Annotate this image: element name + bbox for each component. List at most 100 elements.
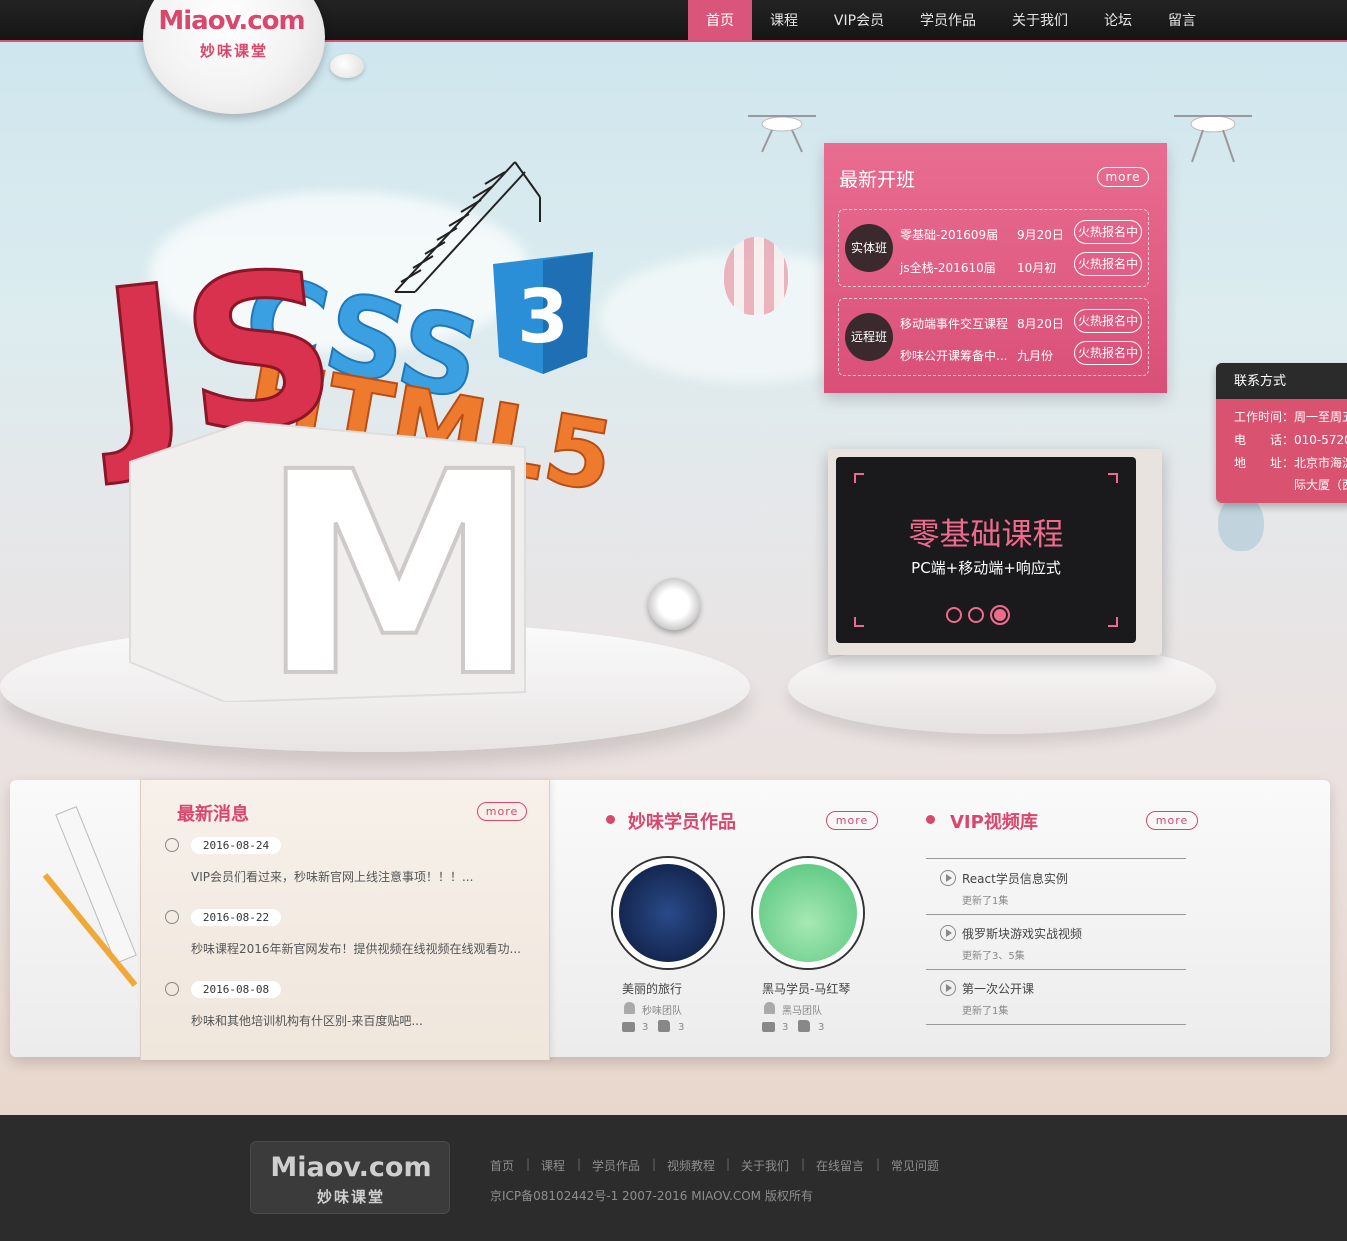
nav-about[interactable]: 关于我们 <box>1000 0 1080 40</box>
signup-button[interactable]: 火热报名中 <box>1074 252 1142 276</box>
work-team: 黑马团队 <box>782 1006 822 1017</box>
class-group-offline: 实体班 零基础-201609届 9月20日 火热报名中 js全栈-201610届… <box>838 209 1149 287</box>
slider-dot-3[interactable] <box>990 605 1010 625</box>
signup-button[interactable]: 火热报名中 <box>1074 309 1142 333</box>
balloon-icon <box>724 237 788 315</box>
work-thumbnail[interactable] <box>613 858 723 968</box>
play-icon[interactable] <box>940 870 956 886</box>
nav-forum[interactable]: 论坛 <box>1092 0 1144 40</box>
latest-class-title: 最新开班 <box>839 169 916 191</box>
course-billboard: 零基础课程 PC端+移动端+响应式 <box>828 449 1162 655</box>
footer-link-message[interactable]: 在线留言 <box>816 1157 864 1174</box>
signup-button[interactable]: 火热报名中 <box>1074 341 1142 365</box>
footer-link-works[interactable]: 学员作品 <box>592 1157 640 1174</box>
pin-icon <box>926 815 935 824</box>
news-title: 最新消息 <box>177 804 249 825</box>
contact-address: 地 址：北京市海淀 <box>1234 456 1347 470</box>
css3-shield-icon: 3 <box>493 252 593 374</box>
video-update: 更新了1集 <box>962 896 1009 907</box>
clock-icon <box>165 838 179 852</box>
svg-text:3: 3 <box>517 274 569 360</box>
clock-icon <box>165 910 179 924</box>
work-card[interactable] <box>746 850 876 975</box>
video-title[interactable]: 俄罗斯块游戏实战视频 <box>962 925 1082 942</box>
thumbs-up-icon[interactable] <box>798 1020 810 1032</box>
spotlight-icon <box>648 578 700 630</box>
class-badge: 实体班 <box>845 224 893 272</box>
video-title[interactable]: React学员信息实例 <box>962 870 1068 887</box>
class-name[interactable]: 零基础-201609届 <box>900 226 998 243</box>
class-date: 九月份 <box>1017 349 1054 363</box>
nav-home[interactable]: 首页 <box>688 0 752 40</box>
class-name[interactable]: 移动端事件交互课程 <box>900 315 1008 332</box>
billboard-subtitle: PC端+移动端+响应式 <box>911 559 1061 577</box>
latest-class-more-button[interactable]: more <box>1097 167 1149 187</box>
footer-link-about[interactable]: 关于我们 <box>741 1157 789 1174</box>
nav-vip[interactable]: VIP会员 <box>822 0 896 40</box>
news-date: 2016-08-22 <box>191 909 281 926</box>
page: 3 CSS HTML5 JS M 首页 课程 VIP会员 学员作品 关于我们 论… <box>0 0 1347 1241</box>
latest-class-panel: 最新开班 more 实体班 零基础-201609届 9月20日 火热报名中 js… <box>824 143 1167 393</box>
footer-logo-text: Miaov.com <box>270 1152 432 1183</box>
contact-hours: 工作时间：周一至周五 <box>1234 410 1347 424</box>
play-icon[interactable] <box>940 925 956 941</box>
logo[interactable]: Miaov.com <box>154 6 309 36</box>
news-date: 2016-08-08 <box>191 981 281 998</box>
nav-student-works[interactable]: 学员作品 <box>908 0 988 40</box>
video-update: 更新了3、5集 <box>962 951 1025 962</box>
nav-message[interactable]: 留言 <box>1156 0 1208 40</box>
nav-courses[interactable]: 课程 <box>756 0 812 40</box>
footer-link-videos[interactable]: 视频教程 <box>667 1157 715 1174</box>
class-date: 9月20日 <box>1017 228 1064 242</box>
class-name[interactable]: js全栈-201610届 <box>900 259 996 276</box>
like-count: 3 <box>818 1022 825 1033</box>
drone-icon <box>1174 115 1252 163</box>
footer-link-home[interactable]: 首页 <box>490 1157 514 1174</box>
video-title[interactable]: 第一次公开课 <box>962 980 1034 997</box>
pin-icon <box>606 815 615 824</box>
logo-small-bubble <box>330 54 364 78</box>
thumbs-up-icon[interactable] <box>658 1020 670 1032</box>
footer-logo[interactable]: Miaov.com 妙味课堂 <box>250 1141 450 1214</box>
contact-panel[interactable]: 联系方式 工作时间：周一至周五 电 话：010-5720 地 址：北京市海淀 际… <box>1216 363 1347 503</box>
news-item[interactable]: 秒味课程2016年新官网发布！提供视频在线视频在线观看功... <box>191 940 547 957</box>
slider-dot-1[interactable] <box>946 607 962 623</box>
billboard-screen[interactable]: 零基础课程 PC端+移动端+响应式 <box>836 457 1136 643</box>
like-count: 3 <box>678 1022 685 1033</box>
class-date: 10月初 <box>1017 261 1057 275</box>
work-card[interactable] <box>606 850 736 975</box>
news-more-button[interactable]: more <box>477 802 527 821</box>
footer-link-faq[interactable]: 常见问题 <box>891 1157 939 1174</box>
news-item[interactable]: 秒味和其他培训机构有什区别-来百度贴吧... <box>191 1012 547 1029</box>
comment-count: 3 <box>642 1022 649 1033</box>
news-item[interactable]: VIP会员们看过来，秒味新官网上线注意事项！！！... <box>191 868 547 885</box>
slider-dot-2[interactable] <box>968 607 984 623</box>
work-title[interactable]: 黑马学员-马红琴 <box>762 980 850 997</box>
class-group-remote: 远程班 移动端事件交互课程 8月20日 火热报名中 秒味公开课筹备中... 九月… <box>838 298 1149 376</box>
web-tech-illustration: 3 CSS HTML5 JS M <box>95 161 615 702</box>
comment-count: 3 <box>782 1022 789 1033</box>
work-team: 秒味团队 <box>642 1006 682 1017</box>
comment-icon <box>762 1022 775 1032</box>
class-name[interactable]: 秒味公开课筹备中... <box>900 347 1007 364</box>
footer-logo-subtitle: 妙味课堂 <box>316 1188 385 1206</box>
videos-more-button[interactable]: more <box>1146 811 1198 830</box>
logo-subtitle: 妙味课堂 <box>199 42 268 60</box>
work-thumbnail[interactable] <box>753 858 863 968</box>
comment-icon <box>622 1022 635 1032</box>
video-update: 更新了1集 <box>962 1006 1009 1017</box>
user-icon <box>764 1002 775 1014</box>
class-badge: 远程班 <box>845 313 893 361</box>
works-more-button[interactable]: more <box>826 811 878 830</box>
clock-icon <box>165 982 179 996</box>
videos-title: VIP视频库 <box>950 812 1038 833</box>
signup-button[interactable]: 火热报名中 <box>1074 220 1142 244</box>
work-title[interactable]: 美丽的旅行 <box>622 980 682 997</box>
class-date: 8月20日 <box>1017 317 1064 331</box>
news-date: 2016-08-24 <box>191 837 281 854</box>
play-icon[interactable] <box>940 980 956 996</box>
footer <box>0 1115 1347 1241</box>
news-panel: 最新消息 more 2016-08-24 VIP会员们看过来，秒味新官网上线注意… <box>140 780 550 1060</box>
footer-link-courses[interactable]: 课程 <box>541 1157 565 1174</box>
copyright: 京ICP备08102442号-1 2007-2016 MIAOV.COM 版权所… <box>490 1189 813 1203</box>
